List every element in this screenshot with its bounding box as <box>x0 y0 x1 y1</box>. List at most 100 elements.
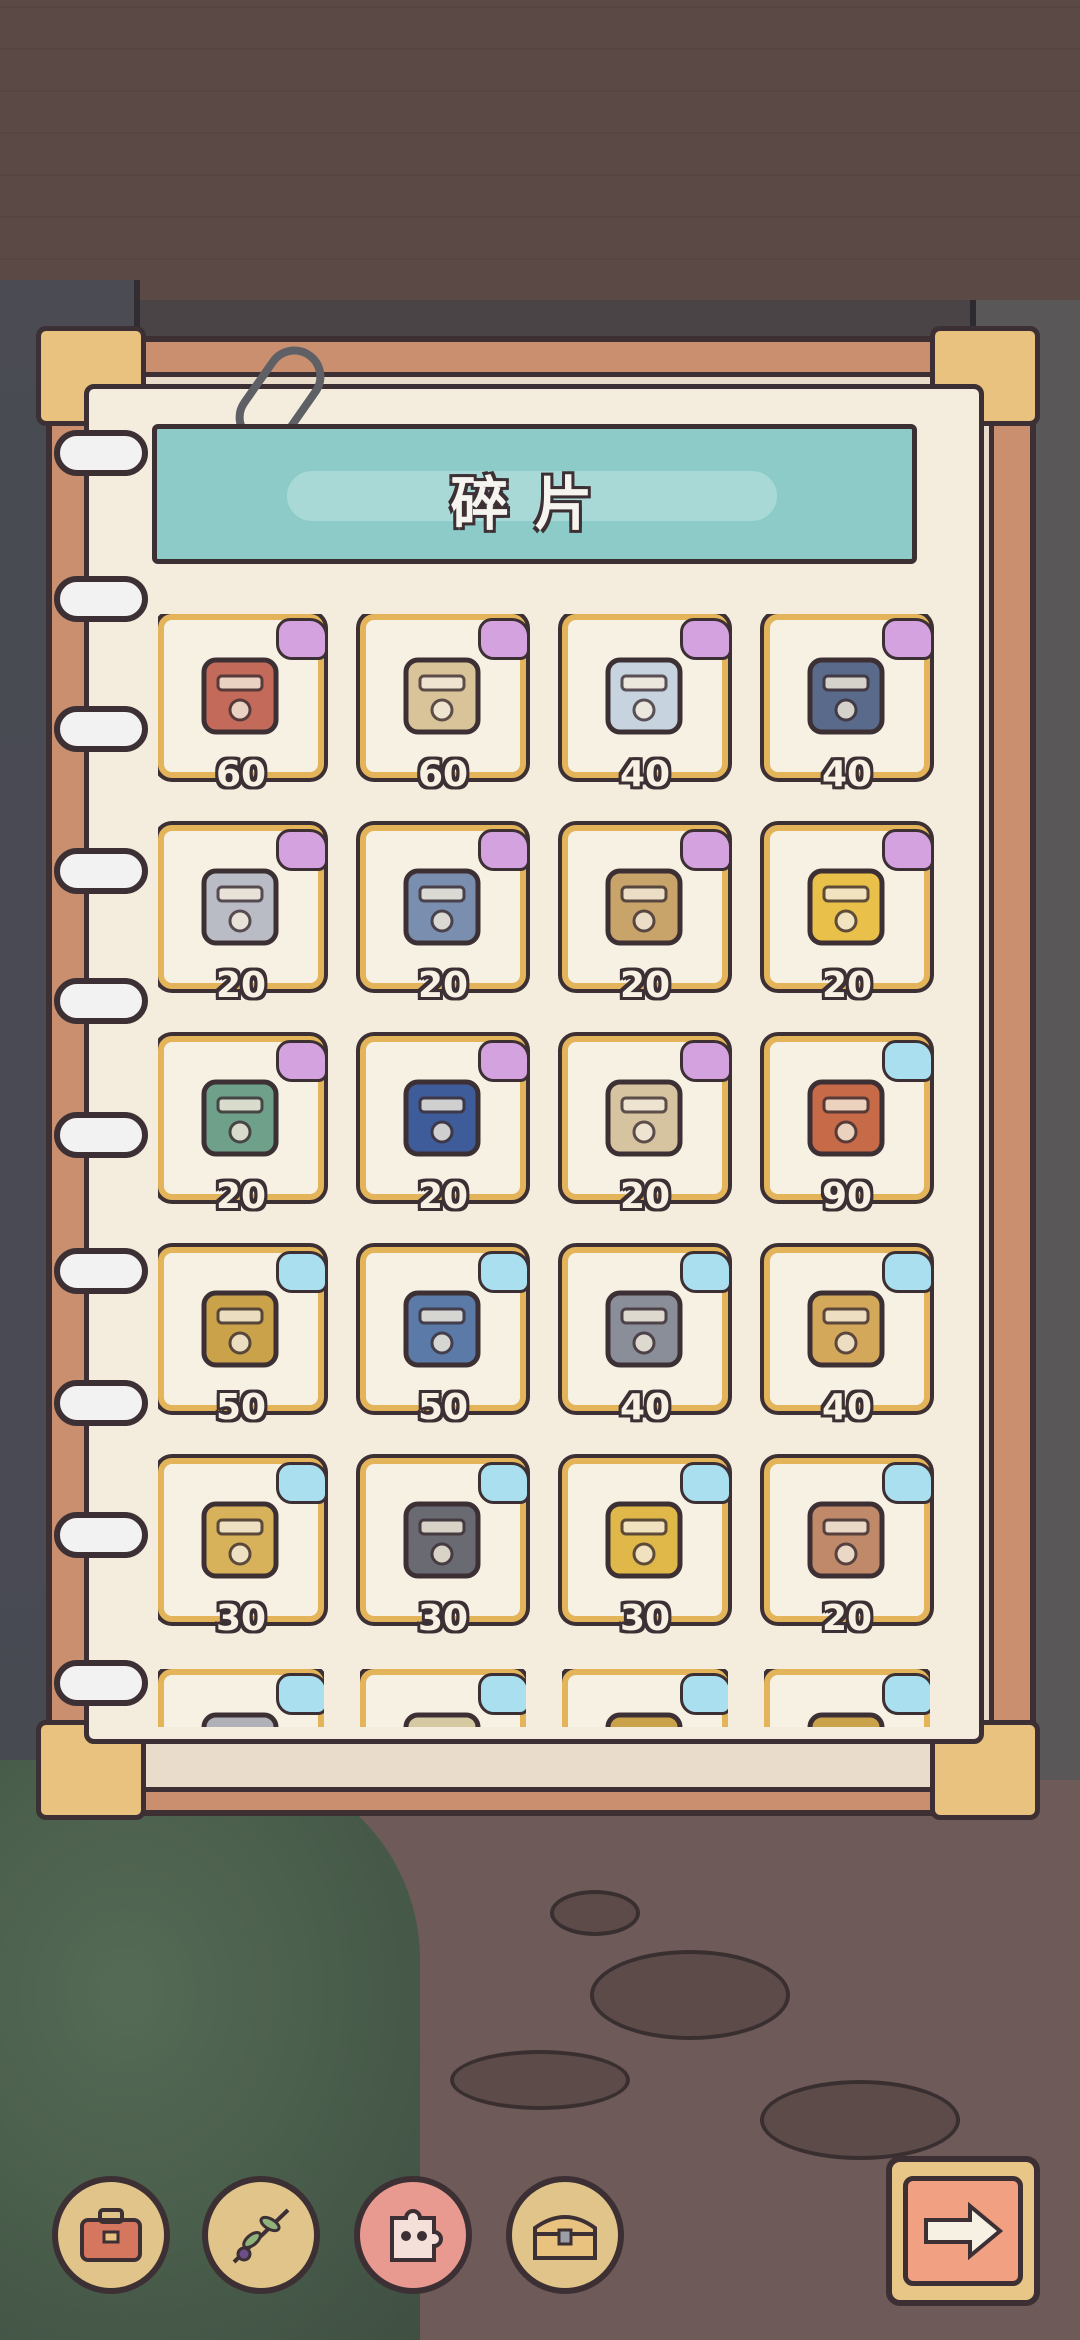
partial-item-1-icon <box>190 1701 290 1727</box>
puzzle-piece-icon <box>276 1251 328 1293</box>
fragment-count: 40 <box>821 1387 873 1428</box>
puzzle-piece-icon <box>882 1673 930 1715</box>
scripture-scroll-icon <box>594 1068 694 1168</box>
folding-screen-icon <box>190 646 290 746</box>
binder-ring <box>54 1660 148 1706</box>
fragment-count: 20 <box>215 965 267 1006</box>
fragment-count: 30 <box>619 1598 671 1639</box>
next-button-face <box>903 2176 1023 2286</box>
fragment-item-golden-plate[interactable]: 30 <box>158 1458 328 1639</box>
fragment-item-starry-night-painting[interactable]: 20 <box>360 1036 530 1217</box>
fragment-item-abacus-machine[interactable]: 20 <box>562 825 732 1006</box>
fragment-item-scripture-scroll[interactable]: 20 <box>562 1036 732 1217</box>
fragment-count: 20 <box>417 1176 469 1217</box>
puzzle-piece-icon <box>478 829 530 871</box>
puzzle-piece-icon <box>276 618 328 660</box>
fragment-item-folding-screen[interactable]: 60 <box>158 614 328 795</box>
holy-shield-icon <box>594 1490 694 1590</box>
olive-branch-button[interactable] <box>202 2176 320 2294</box>
abacus-machine-icon <box>594 857 694 957</box>
next-button[interactable] <box>886 2156 1040 2306</box>
background-wall <box>0 0 1080 300</box>
partial-item-2-icon <box>392 1701 492 1727</box>
puzzle-piece-icon <box>276 1673 324 1715</box>
fragment-count: 40 <box>821 754 873 795</box>
puzzle-piece-icon <box>882 1251 934 1293</box>
fragment-item-bound-tome[interactable]: 40 <box>764 614 934 795</box>
briefcase-icon <box>80 2208 142 2262</box>
stepping-stone <box>450 2050 630 2110</box>
binder-ring <box>54 706 148 752</box>
fragment-item-crystal-rock[interactable]: 40 <box>562 614 732 795</box>
fragment-item-hero-statue[interactable]: 40 <box>764 1247 934 1428</box>
puzzle-skull-icon <box>390 2209 443 2262</box>
stepping-stone <box>760 2080 960 2160</box>
arrow-right-icon <box>924 2201 1004 2261</box>
puzzle-piece-icon <box>478 618 530 660</box>
telescope-icon <box>594 1279 694 1379</box>
bound-tome-icon <box>796 646 896 746</box>
page-title: 碎片 <box>450 470 619 538</box>
stepping-stone <box>590 1950 790 2040</box>
puzzle-piece-icon <box>680 829 732 871</box>
fragment-item-icon-painting[interactable]: 90 <box>764 1036 934 1217</box>
puzzle-piece-icon <box>882 618 934 660</box>
treasure-chest-button[interactable] <box>506 2176 624 2294</box>
stone-relic-icon <box>392 1490 492 1590</box>
binder-ring <box>54 1248 148 1294</box>
fragment-item-partial-item-4[interactable] <box>764 1669 930 1727</box>
binder-ring <box>54 1112 148 1158</box>
fragment-item-great-wave-painting[interactable]: 50 <box>360 1247 530 1428</box>
binder-ring <box>54 848 148 894</box>
puzzle-piece-icon <box>680 1673 728 1715</box>
briefcase-button[interactable] <box>52 2176 170 2294</box>
puzzle-piece-icon <box>882 1040 934 1082</box>
record-disc-icon <box>190 857 290 957</box>
fragment-count: 60 <box>215 754 267 795</box>
fragment-item-open-book[interactable]: 60 <box>360 614 530 795</box>
fragment-item-holy-shield[interactable]: 30 <box>562 1458 732 1639</box>
fragment-item-partial-item-3[interactable] <box>562 1669 728 1727</box>
fragment-item-telescope[interactable]: 40 <box>562 1247 732 1428</box>
fragment-item-candelabrum[interactable]: 50 <box>158 1247 328 1428</box>
painted-panel-icon <box>392 857 492 957</box>
fragment-item-partial-item-1[interactable] <box>158 1669 324 1727</box>
open-book-icon <box>392 646 492 746</box>
hero-statue-icon <box>796 1279 896 1379</box>
fragment-count: 20 <box>619 965 671 1006</box>
fragment-count: 20 <box>417 965 469 1006</box>
fragment-item-zombie-hand[interactable]: 20 <box>158 1036 328 1217</box>
partial-item-4-icon <box>796 1701 896 1727</box>
golden-plate-icon <box>190 1490 290 1590</box>
puzzle-piece-icon <box>882 1462 934 1504</box>
partial-item-3-icon <box>594 1701 694 1727</box>
fragment-count: 20 <box>821 1598 873 1639</box>
fragment-count: 60 <box>417 754 469 795</box>
puzzle-piece-icon <box>478 1040 530 1082</box>
fragment-count: 50 <box>417 1387 469 1428</box>
puzzle-piece-icon <box>680 1040 732 1082</box>
icon-painting-icon <box>796 1068 896 1168</box>
puzzle-piece-icon <box>276 829 328 871</box>
fragment-count: 20 <box>821 965 873 1006</box>
treasure-chest-icon <box>533 2215 597 2260</box>
fragment-item-gold-coin[interactable]: 20 <box>764 825 934 1006</box>
fragment-count: 20 <box>215 1176 267 1217</box>
puzzle-piece-icon <box>680 1462 732 1504</box>
fragment-count: 90 <box>821 1176 873 1217</box>
fragment-item-partial-item-2[interactable] <box>360 1669 526 1727</box>
puzzle-piece-icon <box>276 1040 328 1082</box>
fragment-count: 50 <box>215 1387 267 1428</box>
puzzle-piece-icon <box>478 1251 530 1293</box>
fragment-item-record-disc[interactable]: 20 <box>158 825 328 1006</box>
title-banner: 碎片 <box>152 424 917 564</box>
fragment-item-treasure-box[interactable]: 20 <box>764 1458 934 1639</box>
fragment-count: 30 <box>417 1598 469 1639</box>
fragment-item-painted-panel[interactable]: 20 <box>360 825 530 1006</box>
zombie-hand-icon <box>190 1068 290 1168</box>
fragments-button[interactable] <box>354 2176 472 2294</box>
puzzle-piece-icon <box>276 1462 328 1504</box>
puzzle-piece-icon <box>680 618 732 660</box>
binder-ring <box>54 576 148 622</box>
fragment-item-stone-relic[interactable]: 30 <box>360 1458 530 1639</box>
